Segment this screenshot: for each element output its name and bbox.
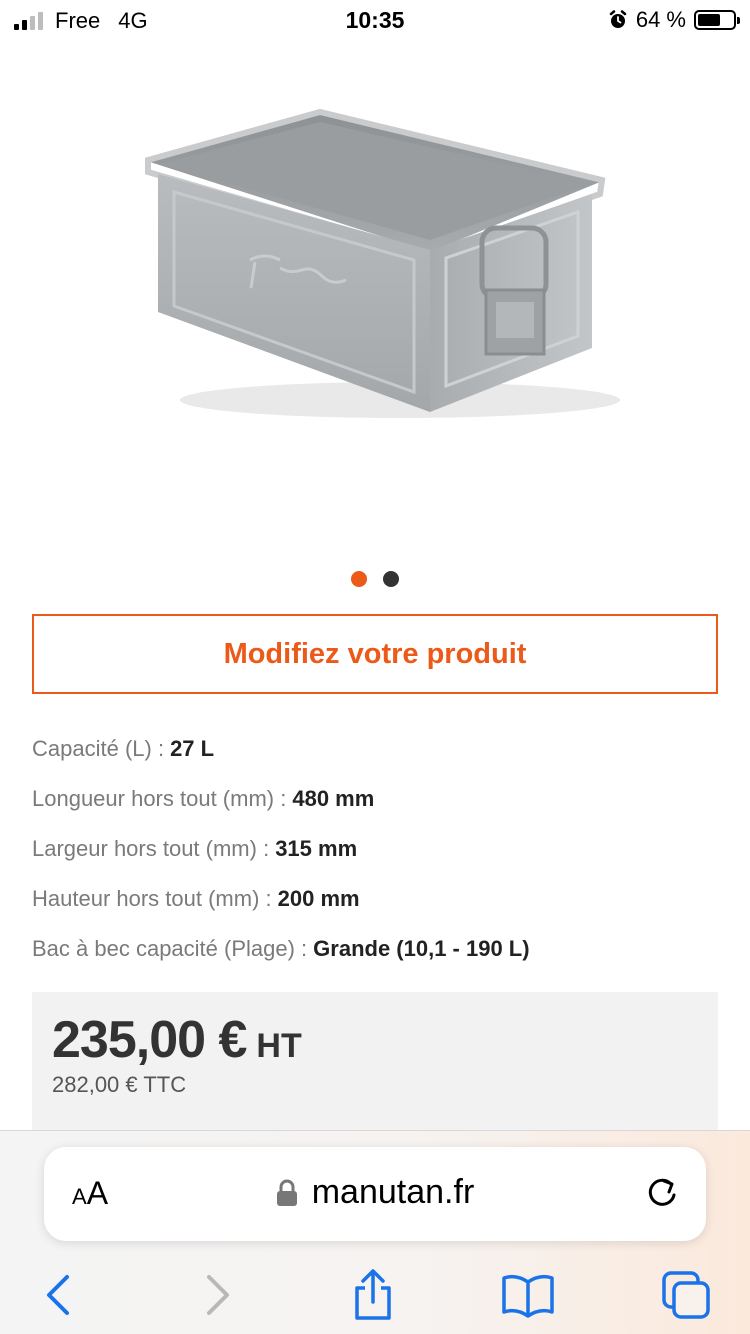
price-main: 235,00 € HT <box>52 1010 698 1070</box>
forward-icon <box>207 1275 229 1315</box>
price-box: 235,00 € HT 282,00 € TTC <box>32 992 718 1132</box>
tabs-icon <box>662 1271 710 1319</box>
carousel-dots <box>0 571 750 587</box>
spec-value: 315 mm <box>275 836 358 861</box>
browser-bottom-bar: AA manutan.fr <box>0 1130 750 1334</box>
url-display[interactable]: manutan.fr <box>44 1173 706 1212</box>
share-button[interactable] <box>345 1267 401 1323</box>
spec-value: Grande (10,1 - 190 L) <box>313 936 530 961</box>
spec-value: 200 mm <box>277 886 360 911</box>
lock-icon <box>276 1179 297 1206</box>
back-button[interactable] <box>30 1267 86 1323</box>
carousel-dot-1[interactable] <box>351 571 367 587</box>
address-bar[interactable]: AA manutan.fr <box>44 1147 706 1241</box>
price-ttc: 282,00 € TTC <box>52 1072 187 1097</box>
spec-row: Longueur hors tout (mm) : 480 mm <box>32 774 722 824</box>
spec-row: Capacité (L) : 27 L <box>32 724 722 774</box>
spec-row: Hauteur hors tout (mm) : 200 mm <box>32 874 722 924</box>
status-right: 64 % <box>608 7 740 33</box>
battery-percentage: 64 % <box>635 7 686 32</box>
bookmarks-icon <box>502 1274 554 1318</box>
product-specs: Capacité (L) : 27 L Longueur hors tout (… <box>32 724 722 974</box>
carousel-dot-2[interactable] <box>383 571 399 587</box>
tabs-button[interactable] <box>658 1267 714 1323</box>
price-ht-amount: 235,00 € <box>52 1011 247 1069</box>
forward-button[interactable] <box>190 1267 246 1323</box>
battery-icon <box>694 10 740 30</box>
spec-label: Longueur hors tout (mm) : <box>32 786 287 811</box>
spec-row: Bac à bec capacité (Plage) : Grande (10,… <box>32 924 722 974</box>
reload-icon[interactable] <box>644 1175 680 1211</box>
spec-row: Largeur hors tout (mm) : 315 mm <box>32 824 722 874</box>
spec-label: Hauteur hors tout (mm) : <box>32 886 272 911</box>
alarm-icon <box>609 10 627 28</box>
modify-product-button[interactable]: Modifiez votre produit <box>32 614 718 694</box>
share-icon <box>355 1269 391 1320</box>
back-icon <box>47 1275 69 1315</box>
spec-label: Largeur hors tout (mm) : <box>32 836 270 861</box>
browser-toolbar <box>0 1263 750 1323</box>
spec-value: 480 mm <box>292 786 375 811</box>
url-text: manutan.fr <box>311 1173 475 1211</box>
spec-value: 27 L <box>170 736 215 761</box>
metal-storage-bin-image[interactable] <box>130 100 620 430</box>
price-ht-suffix: HT <box>256 1027 302 1065</box>
spec-label: Bac à bec capacité (Plage) : <box>32 936 308 961</box>
spec-label: Capacité (L) : <box>32 736 165 761</box>
battery-fill <box>698 14 720 26</box>
status-bar: Free 4G 10:35 64 % <box>0 0 750 44</box>
bookmarks-button[interactable] <box>500 1267 556 1323</box>
